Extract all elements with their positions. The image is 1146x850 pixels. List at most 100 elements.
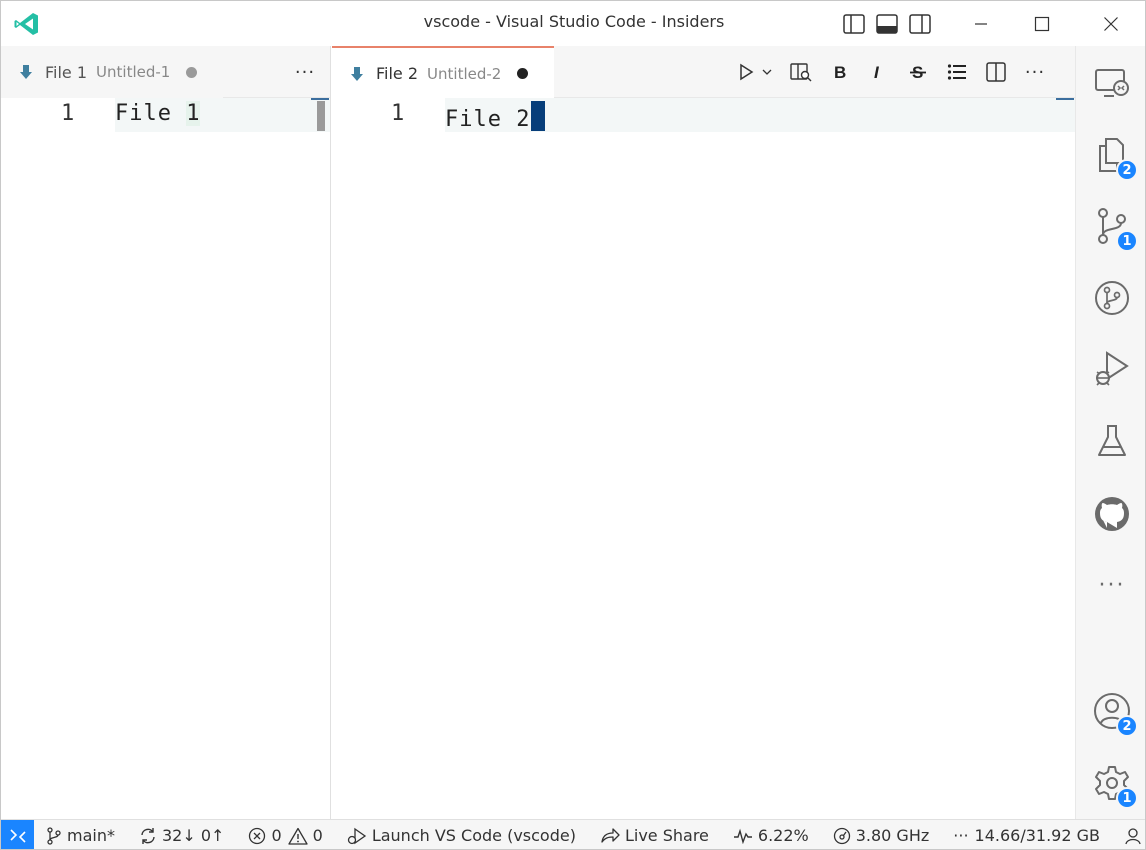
editor-pane[interactable]: 1 File 2 <box>332 98 1075 819</box>
status-bar: main* 32↓ 0↑ 0 0 Launch VS Code (vscode)… <box>1 819 1145 850</box>
tab-file-1[interactable]: File 1 Untitled-1 <box>1 46 223 98</box>
tab-description: Untitled-1 <box>96 63 171 81</box>
open-preview-button[interactable] <box>786 57 816 87</box>
line-number: 1 <box>391 101 405 126</box>
close-icon <box>1104 16 1118 31</box>
minimize-icon <box>975 22 987 25</box>
memory-status[interactable]: ··· 14.66/31.92 GB <box>941 820 1112 850</box>
unsaved-dot-icon[interactable] <box>186 66 198 78</box>
list-button[interactable] <box>942 57 972 87</box>
git-branch-icon <box>47 826 61 845</box>
launch-config-label: Launch VS Code (vscode) <box>371 826 576 845</box>
activity-remote-explorer[interactable] <box>1090 61 1134 105</box>
remote-indicator-button[interactable] <box>1 819 35 849</box>
split-horizontal-icon <box>986 62 1006 82</box>
person-icon <box>1125 827 1141 844</box>
github-icon <box>1095 497 1129 531</box>
branch-status[interactable]: main* <box>34 820 127 850</box>
close-window-button[interactable] <box>1081 1 1141 46</box>
svg-text:I: I <box>874 63 880 81</box>
tab-file-2[interactable]: File 2 Untitled-2 <box>332 46 554 99</box>
cpu-status[interactable]: 6.22% <box>721 820 821 850</box>
tab-bar: File 2 Untitled-2 B I S ··· <box>332 46 1075 99</box>
dashboard-icon <box>833 827 850 844</box>
toggle-panel-button[interactable] <box>874 11 900 37</box>
beaker-icon <box>1098 425 1126 456</box>
activity-gitlens[interactable] <box>1090 276 1134 320</box>
maximize-button[interactable] <box>1012 1 1072 46</box>
cpu-usage: 6.22% <box>757 826 809 845</box>
activity-run-and-debug[interactable] <box>1090 347 1134 391</box>
source-control-badge: 1 <box>1116 230 1138 252</box>
warning-icon <box>287 827 308 845</box>
scrollbar-slider[interactable] <box>317 101 325 131</box>
maximize-icon <box>1034 16 1050 31</box>
cpu-frequency-status[interactable]: 3.80 GHz <box>821 820 942 850</box>
run-debug-icon <box>1096 351 1129 386</box>
editor-actions: B I S ··· <box>724 46 1050 98</box>
toggle-secondary-sidebar-button[interactable] <box>907 11 933 37</box>
vscode-window: vscode - Visual Studio Code - Insiders F… <box>0 0 1146 850</box>
overview-ruler-mark <box>311 98 329 100</box>
sync-counts: 32↓ 0↑ <box>162 826 225 845</box>
code-text: File <box>115 101 187 126</box>
activity-more[interactable]: ··· <box>1090 563 1134 607</box>
activity-manage[interactable]: 1 <box>1090 761 1138 809</box>
activity-testing[interactable] <box>1090 419 1134 463</box>
pulse-icon <box>733 828 752 844</box>
markdown-file-icon <box>20 65 32 79</box>
sync-icon <box>141 827 155 844</box>
activity-source-control[interactable]: 1 <box>1090 204 1138 252</box>
launch-config-status[interactable]: Launch VS Code (vscode) <box>335 820 588 850</box>
editor-pane[interactable]: 1 File 1 <box>1 98 330 819</box>
chevron-down-icon <box>762 69 772 75</box>
markdown-file-icon <box>351 66 363 81</box>
memory-more-icon: ··· <box>953 826 969 845</box>
live-share-status[interactable]: Live Share <box>588 820 721 850</box>
accounts-status[interactable] <box>1112 820 1145 850</box>
live-share-label: Live Share <box>624 826 709 845</box>
line-number: 1 <box>61 101 75 126</box>
code-line: File 2 <box>445 101 546 132</box>
svg-text:B: B <box>834 63 846 81</box>
code-line: File 1 <box>115 101 201 126</box>
strikethrough-icon: S <box>910 63 926 81</box>
editor-group-left: File 1 Untitled-1 ··· 1 File 1 <box>1 46 331 819</box>
bold-button[interactable]: B <box>825 57 855 87</box>
bold-icon: B <box>834 63 846 81</box>
layout-sidebar-right-icon <box>909 14 931 34</box>
more-actions-button[interactable]: ··· <box>1020 57 1050 87</box>
tab-label: File 1 <box>45 62 88 82</box>
italic-icon: I <box>874 63 880 81</box>
minimize-button[interactable] <box>951 1 1011 46</box>
sync-status[interactable]: 32↓ 0↑ <box>127 820 236 850</box>
open-preview-icon <box>790 63 812 82</box>
layout-panel-icon <box>876 14 898 34</box>
unsaved-dot-icon[interactable] <box>517 68 529 79</box>
tab-description: Untitled-2 <box>427 64 502 83</box>
title-bar: vscode - Visual Studio Code - Insiders <box>1 1 1145 46</box>
activity-accounts[interactable]: 2 <box>1090 689 1138 737</box>
more-actions-button[interactable]: ··· <box>290 57 320 87</box>
list-unordered-icon <box>947 64 966 80</box>
text-cursor <box>531 101 546 131</box>
layout-sidebar-left-icon <box>843 14 865 34</box>
explorer-badge: 2 <box>1116 159 1138 181</box>
problems-status[interactable]: 0 0 <box>236 820 334 850</box>
editor-group-right: File 2 Untitled-2 B I S ··· 1 File 2 <box>332 46 1075 819</box>
activity-github[interactable] <box>1090 492 1134 536</box>
strikethrough-button[interactable]: S <box>903 57 933 87</box>
split-editor-button[interactable] <box>981 57 1011 87</box>
italic-button[interactable]: I <box>864 57 894 87</box>
run-button[interactable] <box>733 57 777 87</box>
toggle-primary-sidebar-button[interactable] <box>841 11 867 37</box>
vscode-insiders-logo-icon <box>14 13 38 35</box>
memory-usage: 14.66/31.92 GB <box>974 826 1100 845</box>
manage-badge: 1 <box>1116 787 1138 809</box>
code-text: File 2 <box>445 107 531 132</box>
remote-icon <box>9 828 26 843</box>
gitlens-icon <box>1095 281 1129 315</box>
accounts-badge: 2 <box>1116 715 1138 737</box>
activity-explorer[interactable]: 2 <box>1090 133 1138 181</box>
error-icon <box>249 827 266 844</box>
